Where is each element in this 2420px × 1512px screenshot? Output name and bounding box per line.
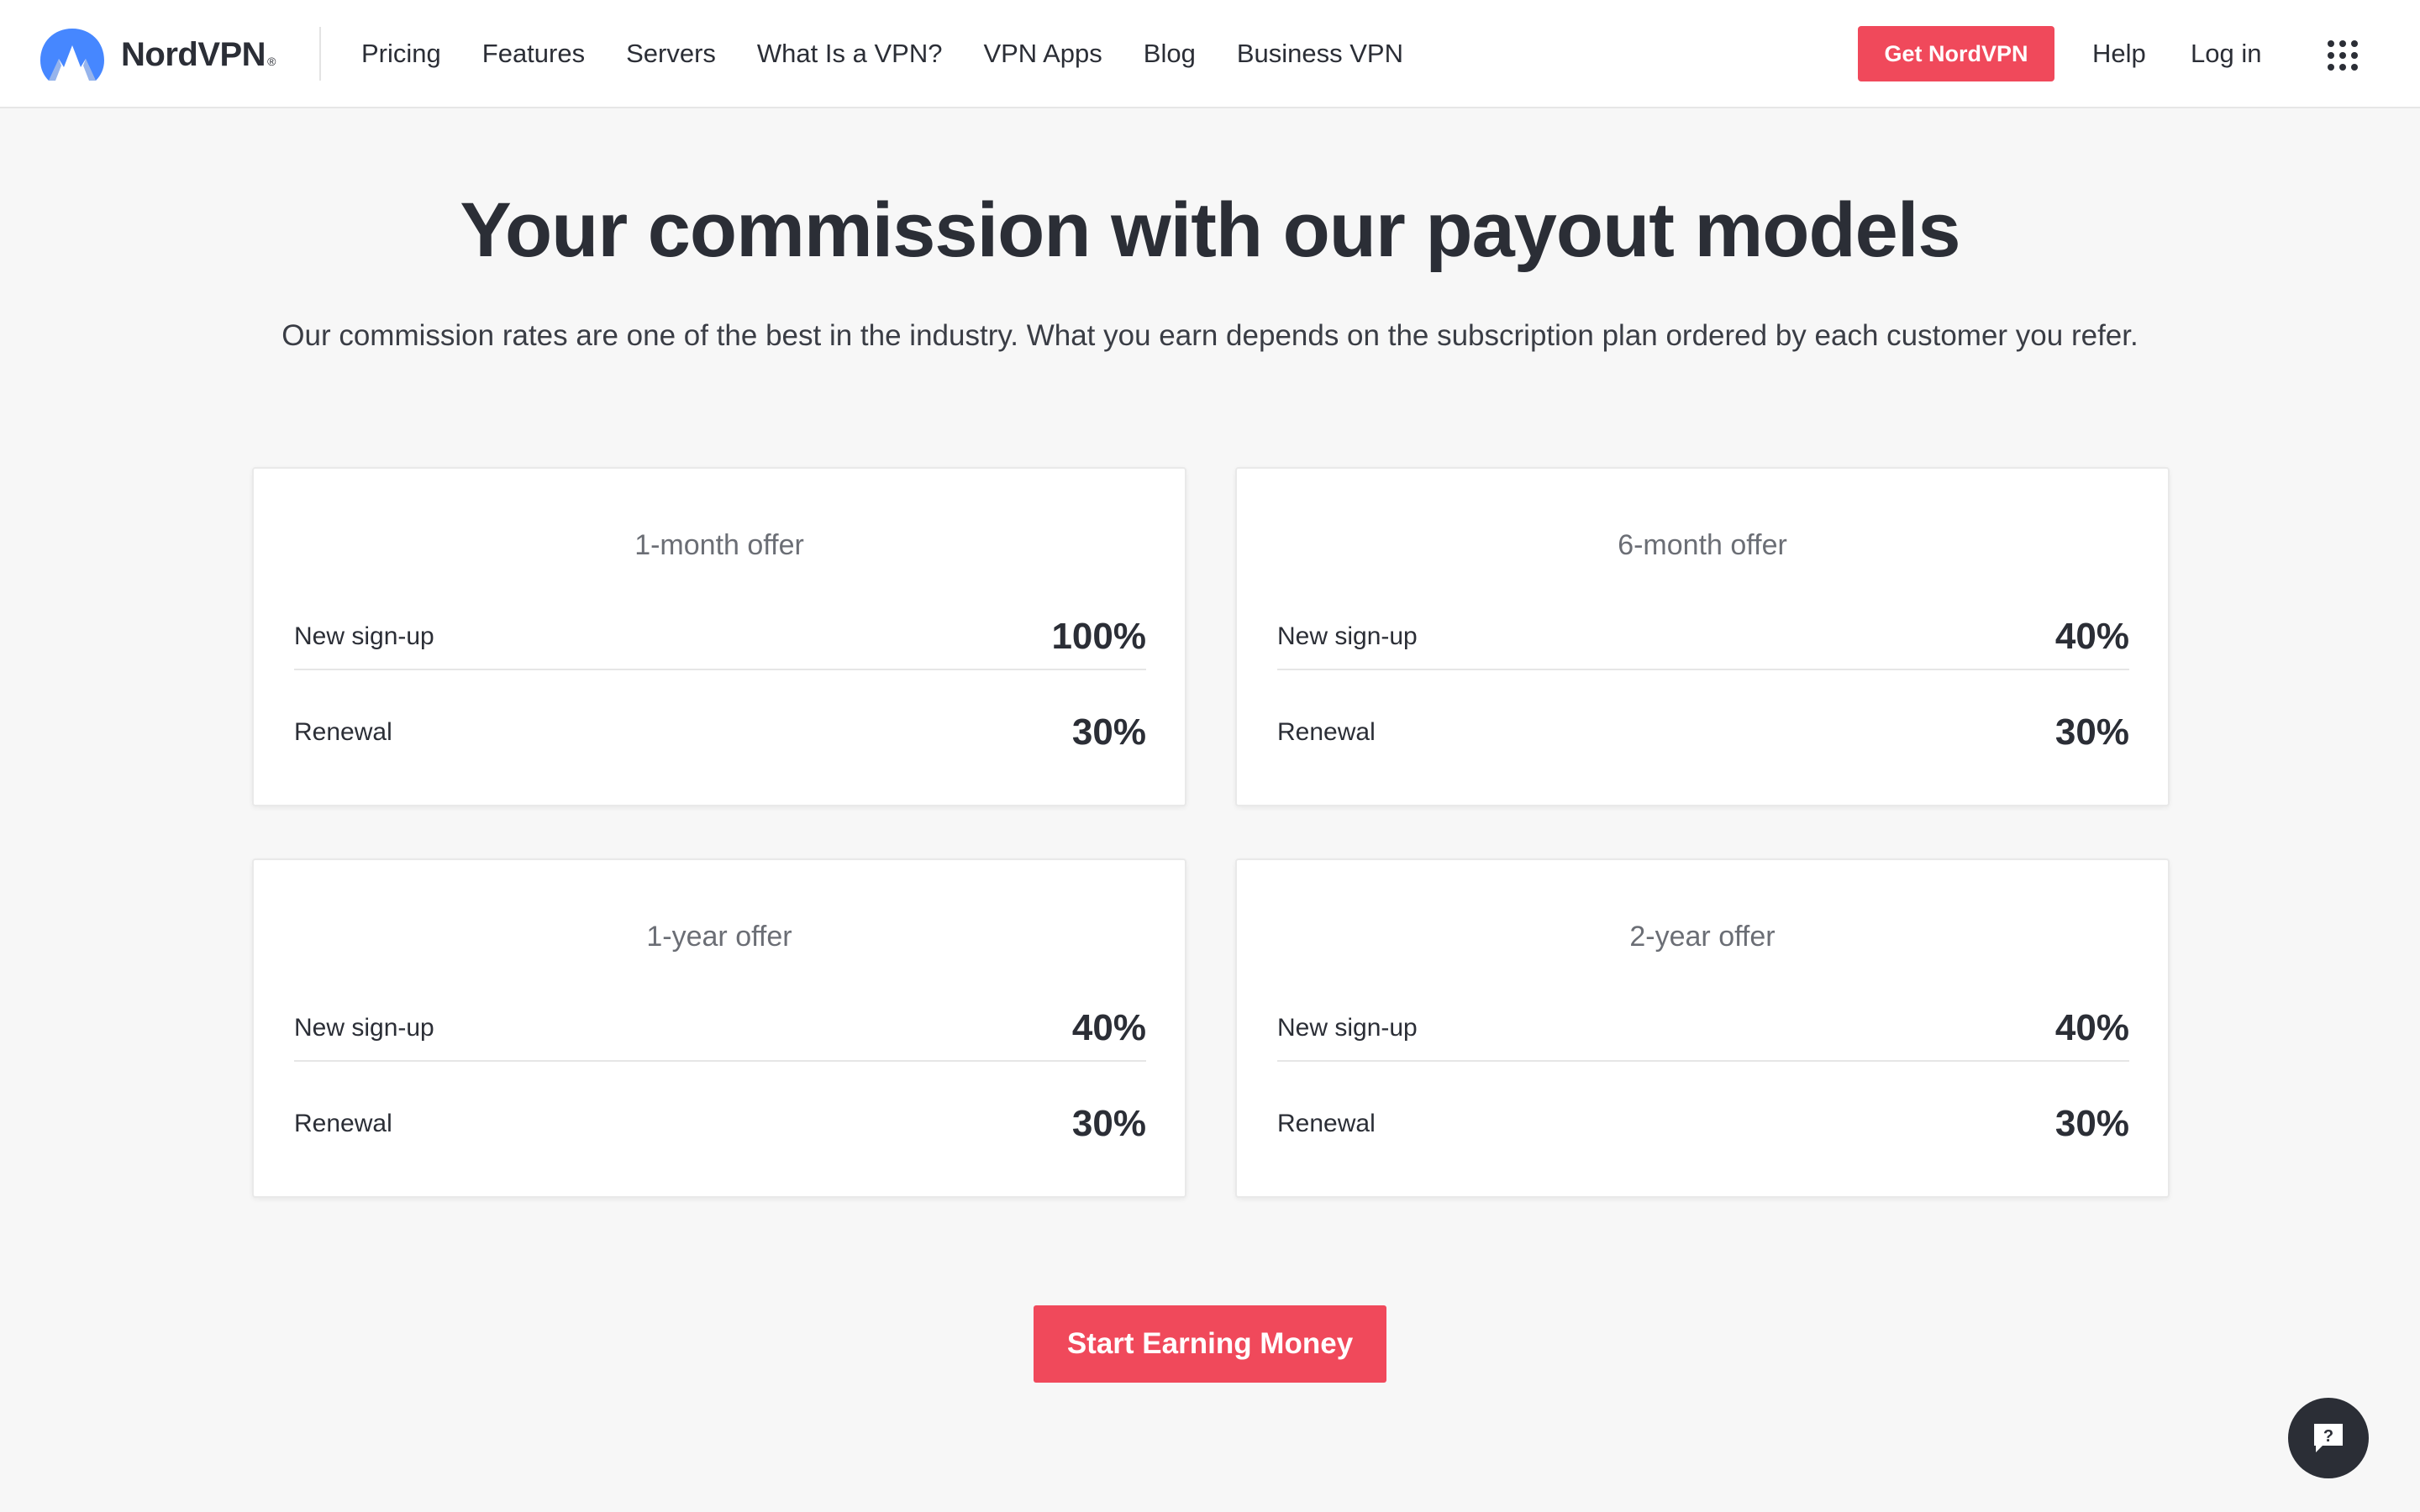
- page-subtitle: Our commission rates are one of the best…: [281, 319, 2139, 352]
- offer-row-renewal: Renewal 30%: [1277, 1099, 2129, 1149]
- nav-vpn-apps[interactable]: VPN Apps: [983, 39, 1102, 69]
- row-label: New sign-up: [294, 622, 434, 650]
- nordvpn-logo[interactable]: NordVPN ®: [39, 27, 276, 82]
- offer-row-new-signup: New sign-up 40%: [294, 1003, 1146, 1053]
- row-divider: [294, 669, 1146, 670]
- row-label: Renewal: [1277, 718, 1376, 746]
- offer-title: 6-month offer: [1618, 529, 1787, 561]
- chat-glyph: ?: [2323, 1427, 2333, 1446]
- main-nav: Pricing Features Servers What Is a VPN? …: [361, 0, 1444, 108]
- offer-card-1-month: 1-month offer New sign-up 100% Renewal 3…: [252, 467, 1186, 806]
- row-value: 40%: [2054, 616, 2129, 657]
- row-value: 100%: [1051, 616, 1146, 657]
- offer-row-new-signup: New sign-up 100%: [294, 612, 1146, 662]
- start-earning-money-button[interactable]: Start Earning Money: [1034, 1305, 1386, 1383]
- help-chat-icon: ?: [2314, 1424, 2343, 1452]
- nav-features[interactable]: Features: [482, 39, 585, 69]
- nordvpn-mountain-icon: [40, 29, 104, 81]
- row-divider: [294, 1060, 1146, 1062]
- brand-name: NordVPN: [121, 35, 266, 73]
- row-label: New sign-up: [1277, 622, 1418, 650]
- row-divider: [1277, 669, 2129, 670]
- row-value: 30%: [2054, 711, 2129, 753]
- row-value: 30%: [1071, 711, 1146, 753]
- offer-row-renewal: Renewal 30%: [294, 1099, 1146, 1149]
- row-label: New sign-up: [294, 1014, 434, 1042]
- offer-row-new-signup: New sign-up 40%: [1277, 1003, 2129, 1053]
- nav-pricing[interactable]: Pricing: [361, 39, 441, 69]
- brand-registered-mark: ®: [267, 55, 276, 68]
- login-link[interactable]: Log in: [2191, 0, 2261, 108]
- row-value: 30%: [2054, 1103, 2129, 1144]
- offer-row-new-signup: New sign-up 40%: [1277, 612, 2129, 662]
- offer-title: 2-year offer: [1629, 921, 1776, 953]
- nav-business-vpn[interactable]: Business VPN: [1237, 39, 1403, 69]
- row-value: 30%: [1071, 1103, 1146, 1144]
- get-nordvpn-button[interactable]: Get NordVPN: [1858, 26, 2054, 81]
- row-label: Renewal: [1277, 1110, 1376, 1137]
- offer-title: 1-year offer: [646, 921, 792, 953]
- site-header: NordVPN ® Pricing Features Servers What I…: [0, 0, 2420, 108]
- offer-card-1-year: 1-year offer New sign-up 40% Renewal 30%: [252, 858, 1186, 1198]
- row-label: Renewal: [294, 718, 392, 746]
- nav-blog[interactable]: Blog: [1144, 39, 1196, 69]
- offer-row-renewal: Renewal 30%: [294, 707, 1146, 758]
- row-divider: [1277, 1060, 2129, 1062]
- row-value: 40%: [2054, 1007, 2129, 1048]
- row-label: New sign-up: [1277, 1014, 1418, 1042]
- offer-title: 1-month offer: [634, 529, 804, 561]
- header-divider: [319, 27, 321, 81]
- help-chat-button[interactable]: ?: [2288, 1398, 2369, 1478]
- nav-what-is-a-vpn[interactable]: What Is a VPN?: [757, 39, 943, 69]
- offer-card-2-year: 2-year offer New sign-up 40% Renewal 30%: [1235, 858, 2170, 1198]
- offer-card-6-month: 6-month offer New sign-up 40% Renewal 30…: [1235, 467, 2170, 806]
- offer-row-renewal: Renewal 30%: [1277, 707, 2129, 758]
- help-link[interactable]: Help: [2092, 0, 2146, 108]
- page-title: Your commission with our payout models: [460, 187, 1960, 273]
- row-value: 40%: [1071, 1007, 1146, 1048]
- nav-servers[interactable]: Servers: [626, 39, 716, 69]
- grid-menu-icon[interactable]: [2328, 40, 2358, 71]
- row-label: Renewal: [294, 1110, 392, 1137]
